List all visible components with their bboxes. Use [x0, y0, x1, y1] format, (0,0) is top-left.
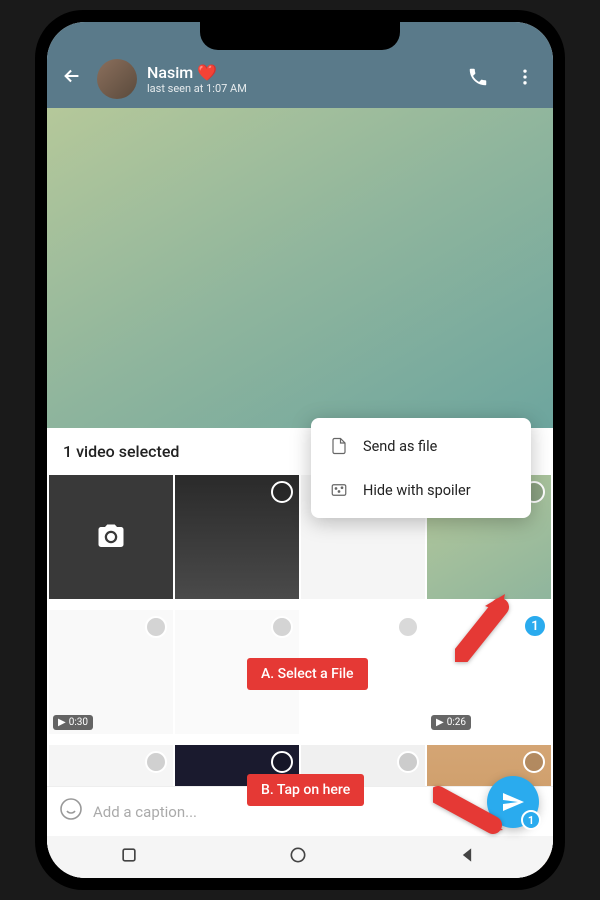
contact-info[interactable]: Nasim❤️ last seen at 1:07 AM [147, 63, 449, 95]
select-ring [397, 616, 419, 638]
chat-header: Nasim❤️ last seen at 1:07 AM [47, 50, 553, 108]
spoiler-icon [329, 480, 349, 500]
file-hq-icon [329, 436, 349, 456]
callout-b: B. Tap on here [247, 774, 364, 806]
more-button[interactable] [507, 59, 543, 99]
back-button[interactable] [57, 61, 87, 97]
screen: Nasim❤️ last seen at 1:07 AM 1 video sel… [47, 22, 553, 878]
chat-background [47, 108, 553, 428]
select-ring [271, 481, 293, 503]
nav-home[interactable] [288, 845, 312, 869]
select-ring [145, 751, 167, 773]
arrow-a [455, 582, 525, 666]
call-button[interactable] [459, 58, 497, 100]
notch [200, 22, 400, 50]
callout-a: A. Select a File [247, 658, 368, 690]
menu-send-as-file[interactable]: Send as file [311, 424, 531, 468]
menu-hide-spoiler[interactable]: Hide with spoiler [311, 468, 531, 512]
last-seen-text: last seen at 1:07 AM [147, 82, 449, 95]
heart-icon: ❤️ [197, 63, 217, 82]
send-count-badge: 1 [521, 810, 541, 830]
select-ring [271, 616, 293, 638]
contact-avatar[interactable] [97, 59, 137, 99]
media-thumb[interactable]: ▶ 0:30 [49, 610, 173, 734]
arrow-b [433, 780, 513, 844]
select-ring [145, 616, 167, 638]
emoji-button[interactable] [59, 797, 83, 827]
media-thumb[interactable] [175, 475, 299, 599]
select-ring [397, 751, 419, 773]
contact-name-text: Nasim [147, 63, 193, 82]
nav-recent[interactable] [119, 845, 143, 869]
video-duration: ▶ 0:30 [53, 715, 93, 730]
camera-tile[interactable] [49, 475, 173, 599]
camera-icon [96, 522, 126, 552]
select-ring [523, 751, 545, 773]
context-menu: Send as file Hide with spoiler [311, 418, 531, 518]
select-ring [271, 751, 293, 773]
video-duration: ▶ 0:26 [431, 715, 471, 730]
phone-frame: Nasim❤️ last seen at 1:07 AM 1 video sel… [35, 10, 565, 890]
menu-label: Hide with spoiler [363, 482, 471, 499]
menu-label: Send as file [363, 438, 437, 455]
selection-badge: 1 [523, 614, 547, 638]
nav-back[interactable] [457, 845, 481, 869]
